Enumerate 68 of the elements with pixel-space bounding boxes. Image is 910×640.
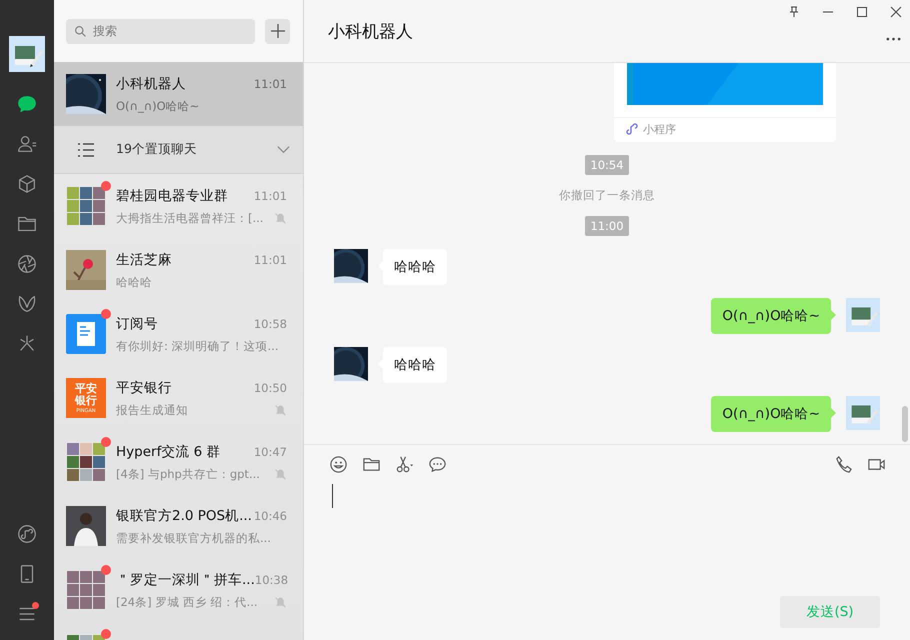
add-button[interactable] [265, 18, 290, 44]
chat-item[interactable]: 碧桂园电器专业群 11:01 大拇指生活电器曾祥汪：[... [54, 174, 303, 238]
folder-icon[interactable] [362, 455, 381, 474]
bubble-tail [831, 408, 836, 418]
scrollbar[interactable] [902, 406, 908, 442]
pinned-chats-bar[interactable]: 19个置顶聊天 [54, 126, 303, 174]
aperture-icon [16, 253, 38, 275]
chat-name: 银联官方2.0 POS机... [116, 506, 252, 524]
chat-time: 10:46 [254, 508, 287, 522]
chat-icon [16, 93, 38, 115]
card-label: 小程序 [643, 122, 676, 136]
pinned-label: 19个置顶聊天 [116, 141, 198, 158]
chat-preview: [24条] 罗城 西乡 绍：代... [116, 594, 258, 610]
chat-name: 生活芝麻 [116, 250, 172, 268]
chat-time: 11:01 [254, 188, 287, 202]
logo-text: 银行 [75, 395, 97, 407]
chat-name: 订阅号 [116, 314, 158, 332]
message-bubble: 哈哈哈 [383, 249, 447, 285]
chat-item[interactable]: 订阅号 10:58 有你圳好: 深圳明确了！这项... [54, 302, 303, 366]
message-bubble: O(∩_∩)O哈哈~ [711, 396, 831, 432]
chat-time: 10:47 [254, 444, 287, 458]
timestamp: 11:00 [585, 216, 629, 236]
chat-item[interactable]: ＂罗定一深圳＂拼车...10:38 [24条] 罗城 西乡 绍：代... [54, 558, 303, 622]
chat-title: 小科机器人 [328, 20, 413, 42]
chat-time: 11:01 [254, 76, 287, 90]
message-bubble: O(∩_∩)O哈哈~ [711, 298, 831, 334]
link-icon [16, 523, 38, 545]
bubble-tail [831, 310, 836, 320]
chat-preview: 大拇指生活电器曾祥汪：[... [116, 210, 264, 226]
pin-icon[interactable] [788, 6, 800, 18]
cube-icon [16, 173, 38, 195]
message-bubble: 哈哈哈 [383, 347, 447, 383]
chat-time: 11:01 [254, 252, 287, 266]
butterfly-icon [16, 293, 38, 315]
maximize-icon[interactable] [856, 6, 868, 18]
system-message: 你撤回了一条消息 [559, 188, 655, 203]
chat-preview: 有你圳好: 深圳明确了！这项... [116, 338, 278, 354]
chat-name: 平安银行 [116, 378, 172, 396]
chat-preview: 哈哈哈 [116, 274, 152, 290]
emoji-icon[interactable] [329, 455, 348, 474]
timestamp: 10:54 [585, 155, 629, 175]
scissors-icon[interactable] [395, 455, 414, 474]
chat-item[interactable]: 生活芝麻 11:01 哈哈哈 [54, 238, 303, 302]
chat-name: ＂罗定一深圳＂拼车... [116, 570, 255, 588]
chat-item[interactable]: 小科机器人 11:01 O(∩_∩)O哈哈~ [54, 62, 303, 126]
chat-item[interactable]: Hyperf交流 6 群 10:47 [4条] 与php共存亡：gpt... [54, 430, 303, 494]
chat-name: Hyperf交流 6 群 [116, 442, 220, 460]
chat-name: 碧桂园电器专业群 [116, 186, 228, 204]
chat-preview: [4条] 与php共存亡：gpt... [116, 466, 260, 482]
link-icon [626, 123, 638, 135]
close-icon[interactable] [890, 6, 902, 18]
contacts-icon [16, 133, 38, 155]
chat-time: 10:50 [254, 380, 287, 394]
speech-bubble-icon[interactable] [428, 455, 447, 474]
search-field[interactable]: 搜索 [66, 18, 255, 44]
more-icon[interactable] [886, 37, 901, 41]
plus-icon [270, 23, 286, 39]
chat-time: 10:58 [254, 316, 287, 330]
search-icon [74, 24, 87, 38]
phone-call-icon[interactable] [834, 455, 853, 474]
chat-item[interactable]: 银联官方2.0 POS机...10:46 需要补发银联官方机器的私... [54, 494, 303, 558]
chat-preview: O(∩_∩)O哈哈~ [116, 98, 200, 114]
logo-text: 平安 [75, 383, 97, 395]
chat-preview: 报告生成通知 [116, 402, 188, 418]
chat-time: 10:38 [254, 572, 288, 586]
document-icon [66, 314, 106, 354]
chat-name: 小科机器人 [116, 74, 186, 92]
chat-preview: 需要补发银联官方机器的私... [116, 530, 271, 546]
